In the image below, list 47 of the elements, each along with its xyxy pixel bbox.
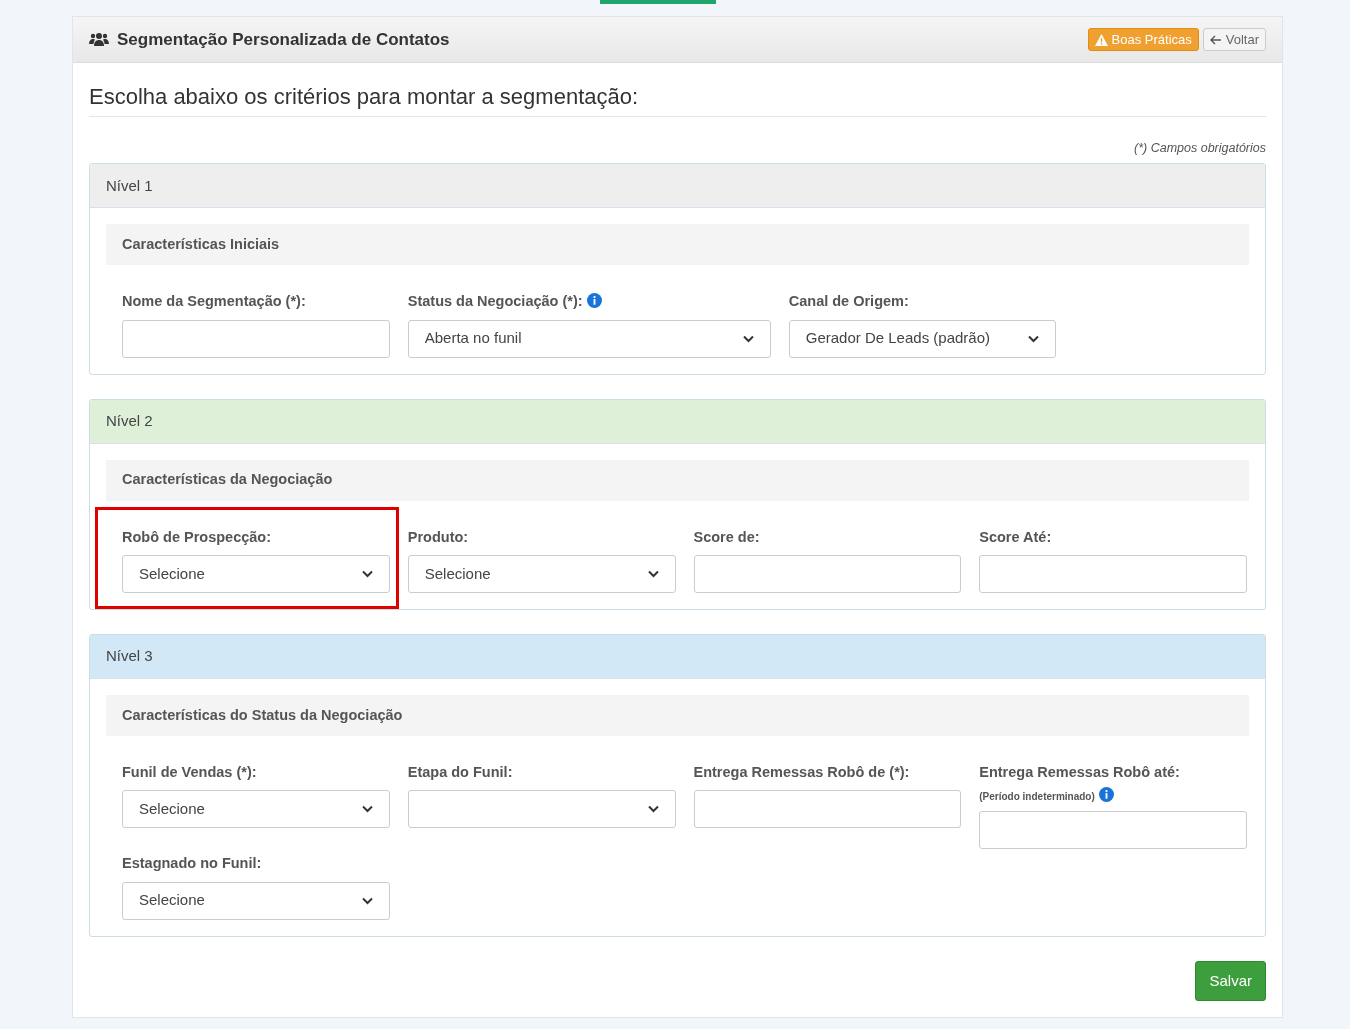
- field-label: Entrega Remessas Robô até:: [979, 763, 1180, 780]
- chevron-down-icon: [361, 569, 373, 578]
- select-field[interactable]: Aberta no funil: [407, 319, 771, 358]
- field-label: Etapa do Funil:: [407, 763, 513, 780]
- select-field[interactable]: Gerador De Leads (padrão): [788, 319, 1057, 358]
- input-field[interactable]: [979, 554, 1247, 593]
- field-label: Entrega Remessas Robô de (*):: [693, 763, 910, 780]
- field-label: Nome da Segmentação (*):: [122, 293, 306, 310]
- select-field[interactable]: Selecione: [407, 554, 676, 593]
- input-field[interactable]: [693, 790, 962, 829]
- level-title: Nível 2: [90, 399, 1265, 444]
- back-button[interactable]: Voltar: [1202, 27, 1266, 52]
- chevron-down-icon: [361, 896, 373, 905]
- users-icon: [89, 31, 109, 48]
- required-note: (*) Campos obrigatórios: [1133, 139, 1266, 157]
- section-title: Características Iniciais: [106, 224, 1249, 266]
- field-note: (Período indeterminado): [979, 791, 1095, 803]
- level-title: Nível 1: [90, 164, 1265, 209]
- select-field[interactable]: Selecione: [122, 554, 390, 593]
- field-label: Estagnado no Funil:: [122, 855, 262, 872]
- field-label: Funil de Vendas (*):: [122, 763, 257, 780]
- section-title: Características do Status da Negociação: [106, 694, 1249, 736]
- level-title: Nível 3: [90, 634, 1265, 679]
- page-title: Segmentação Personalizada de Contatos: [117, 28, 450, 51]
- info-icon[interactable]: [586, 293, 602, 309]
- select-field[interactable]: Selecione: [122, 790, 390, 829]
- info-icon[interactable]: [1099, 787, 1114, 803]
- field-label: Status da Negociação (*):: [407, 293, 583, 310]
- input-field[interactable]: [693, 554, 962, 593]
- field-label: Score Até:: [979, 528, 1052, 545]
- chevron-down-icon: [647, 805, 659, 814]
- chevron-down-icon: [361, 805, 373, 814]
- field-label: Canal de Origem:: [788, 293, 909, 310]
- select-field[interactable]: [407, 790, 676, 829]
- arrow-left-icon: [1209, 34, 1222, 45]
- section-title: Características da Negociação: [106, 459, 1249, 501]
- form-heading: Escolha abaixo os critérios para montar a segmentação:: [89, 83, 1266, 117]
- input-field[interactable]: [979, 811, 1247, 850]
- input-field[interactable]: [122, 319, 390, 358]
- select-field[interactable]: Selecione: [122, 881, 390, 920]
- field-label: Robô de Prospecção:: [122, 528, 272, 545]
- chevron-down-icon: [1028, 334, 1040, 343]
- chevron-down-icon: [742, 334, 754, 343]
- field-label: Score de:: [693, 528, 760, 545]
- warning-icon: [1094, 33, 1108, 46]
- field-label: Produto:: [407, 528, 469, 545]
- chevron-down-icon: [647, 569, 659, 578]
